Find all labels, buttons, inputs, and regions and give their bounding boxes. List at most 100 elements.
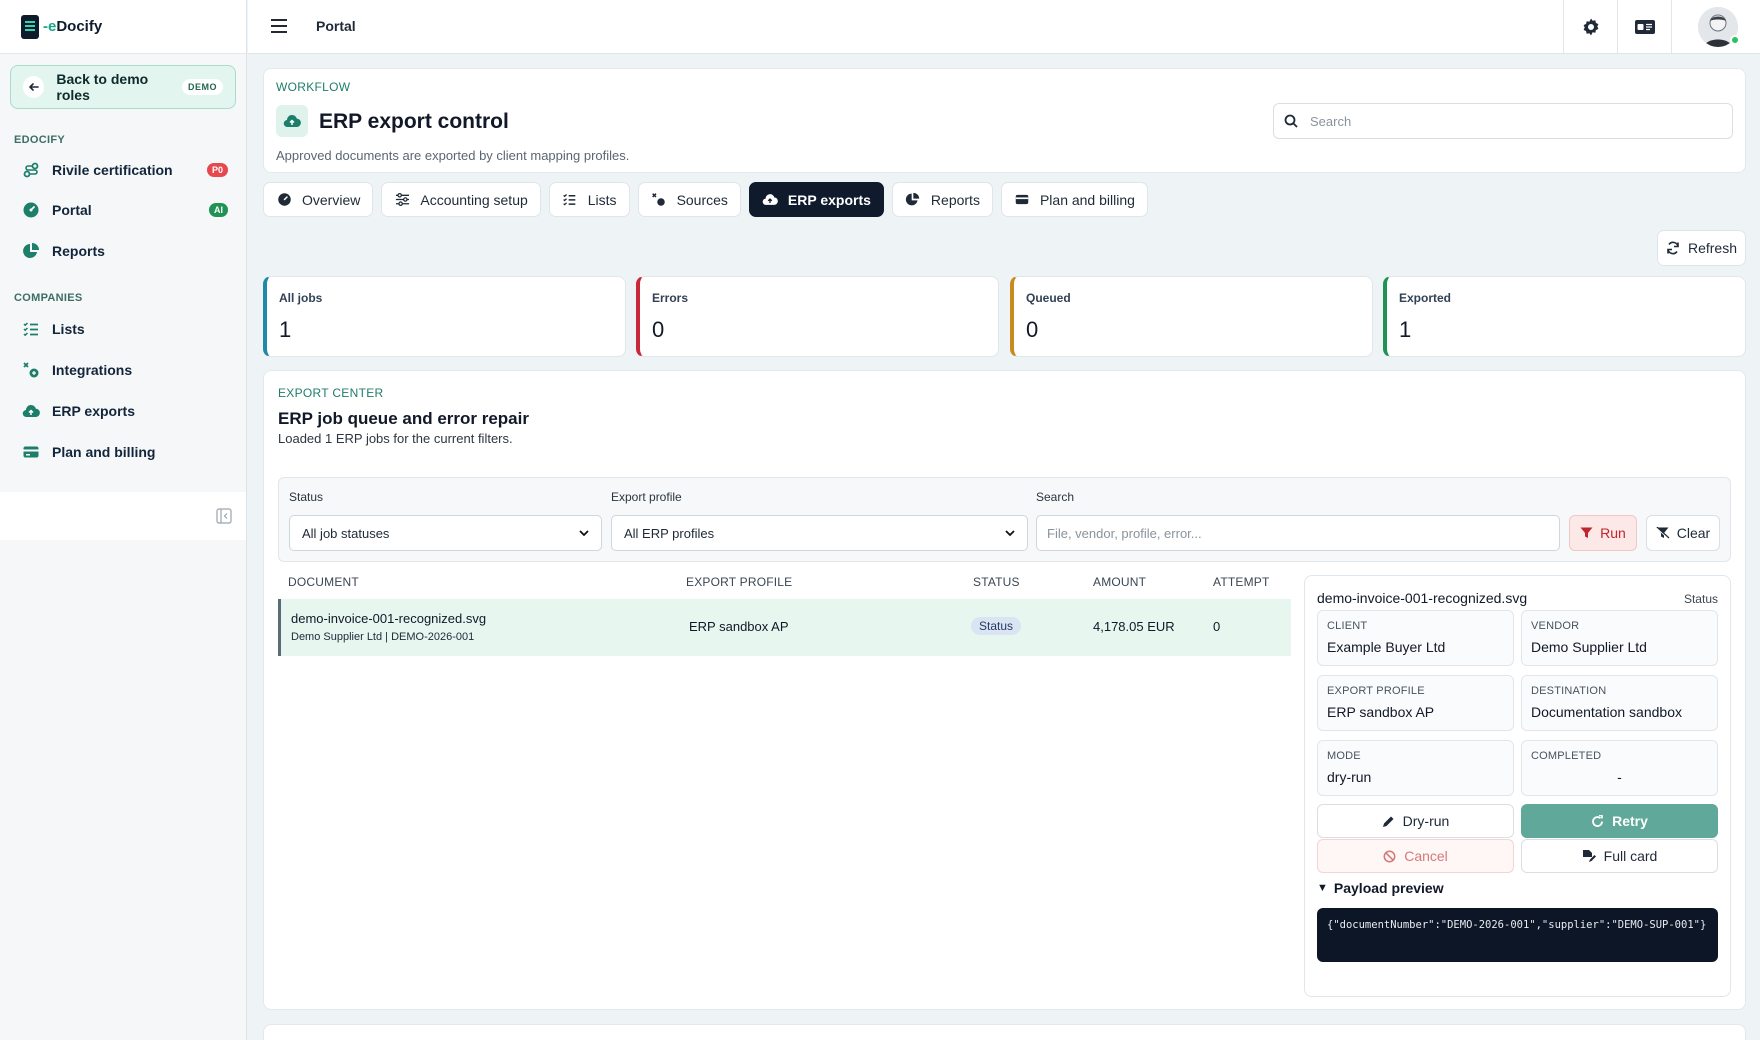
field-value: Example Buyer Ltd [1327,639,1446,655]
sidebar-group-companies: COMPANIES [14,292,83,304]
refresh-label: Refresh [1687,240,1738,256]
divider [1617,0,1618,54]
sidebar-item-label: Reports [52,243,105,259]
status-badge: Status [971,617,1022,635]
field-export-profile: EXPORT PROFILE ERP sandbox AP [1317,675,1514,731]
payload-preview-label: Payload preview [1333,880,1444,896]
sidebar-footer [0,492,246,540]
divider [1563,0,1564,54]
tab-label: Overview [302,191,361,208]
workflow-eyebrow: WORKFLOW [276,80,351,94]
column-header-export-profile: EXPORT PROFILE [686,575,793,589]
clear-filter-button[interactable]: Clear [1646,515,1720,551]
dry-run-button[interactable]: Dry-run [1317,804,1514,838]
filter-bar: Status All job statuses Export profile A… [278,477,1731,562]
hamburger-menu-icon[interactable] [270,18,288,34]
dry-run-label: Dry-run [1402,813,1450,829]
field-completed: COMPLETED - [1521,740,1718,796]
tab-reports[interactable]: Reports [891,182,993,217]
column-header-amount: AMOUNT [1093,575,1147,589]
arrow-left-icon [23,76,45,98]
search-input[interactable] [1310,113,1710,129]
stat-card-errors: Errors 0 [636,276,999,357]
id-card-icon[interactable] [1632,14,1658,40]
stat-label: All jobs [279,291,323,305]
gauge-icon [22,201,40,219]
stat-card-exported: Exported 1 [1383,276,1746,357]
table-row[interactable]: demo-invoice-001-recognized.svg Demo Sup… [278,599,1291,656]
profile-select-value: All ERP profiles [624,525,715,541]
pencil-icon [1382,815,1395,828]
tab-accounting-setup[interactable]: Accounting setup [381,182,541,217]
filter-search-field[interactable] [1036,515,1560,551]
field-value: Demo Supplier Ltd [1531,639,1647,655]
sidebar-item-reports[interactable]: Reports [22,236,232,266]
search-icon [1284,114,1298,128]
file-edit-icon [1582,849,1596,863]
tab-plan-and-billing[interactable]: Plan and billing [1000,182,1148,217]
brand[interactable]: -eDocify [0,0,246,54]
sidebar-item-erp-exports[interactable]: ERP exports [22,396,232,426]
run-filter-button[interactable]: Run [1569,515,1637,551]
caret-down-icon: ▼ [1317,882,1328,894]
export-profile-cell: ERP sandbox AP [689,619,789,634]
sidebar-item-integrations[interactable]: Integrations [22,355,232,385]
clear-label: Clear [1676,525,1711,541]
pie-chart-icon [905,192,921,208]
cancel-button[interactable]: Cancel [1317,839,1514,873]
back-to-demo-roles-button[interactable]: Back to demo roles DEMO [10,65,236,109]
refresh-icon [1666,241,1680,255]
status-select-value: All job statuses [302,525,390,541]
job-detail-panel: demo-invoice-001-recognized.svg Status C… [1304,575,1731,997]
chevron-down-icon [579,529,589,537]
credit-card-icon [22,443,40,461]
stat-card-queued: Queued 0 [1010,276,1373,357]
sidebar-item-rivile-certification[interactable]: Rivile certification P0 [22,155,232,185]
filter-icon [1580,527,1593,539]
detail-status: Status [1683,592,1718,606]
sources-icon [651,192,667,208]
cloud-upload-icon [22,402,40,420]
payload-preview-toggle[interactable]: ▼ Payload preview [1317,880,1444,896]
list-icon [22,320,40,338]
stat-card-all-jobs: All jobs 1 [263,276,626,357]
header-search[interactable] [1273,103,1733,139]
field-value: - [1617,769,1622,785]
brand-name: -eDocify [43,18,103,35]
ai-badge: AI [209,203,228,217]
gear-icon[interactable] [1578,14,1604,40]
collapse-sidebar-icon[interactable] [216,508,232,524]
sidebar-item-plan-and-billing[interactable]: Plan and billing [22,437,232,467]
sliders-icon [394,192,410,208]
field-label: COMPLETED [1531,750,1602,762]
retry-button[interactable]: Retry [1521,804,1718,838]
filter-search-input[interactable] [1047,525,1549,541]
amount-cell: 4,178.05 EUR [1093,619,1175,634]
tab-sources[interactable]: Sources [637,182,741,217]
sidebar-item-lists[interactable]: Lists [22,314,232,344]
logo-icon [21,14,39,39]
tab-label: Reports [930,191,980,208]
run-label: Run [1600,525,1626,541]
cloud-upload-icon [762,192,778,208]
tab-erp-exports[interactable]: ERP exports [748,182,884,217]
column-header-attempt: ATTEMPT [1213,575,1270,589]
full-card-button[interactable]: Full card [1521,839,1718,873]
gauge-icon [276,192,292,208]
sidebar-item-portal[interactable]: Portal AI [22,195,232,225]
column-header-document: DOCUMENT [288,575,359,589]
field-label: VENDOR [1531,620,1580,632]
page-heading: ERP export control [319,110,509,133]
refresh-button[interactable]: Refresh [1657,230,1746,266]
stat-value: 1 [1399,317,1412,342]
document-name: demo-invoice-001-recognized.svg [291,611,487,626]
tab-lists[interactable]: Lists [548,182,630,217]
online-status-dot [1730,35,1740,45]
export-profile-select[interactable]: All ERP profiles [611,515,1028,551]
page-description: Approved documents are exported by clien… [276,148,630,163]
stat-value: 0 [652,317,665,342]
tab-label: Sources [676,191,728,208]
priority-badge: P0 [206,163,228,177]
tab-overview[interactable]: Overview [263,182,374,217]
status-select[interactable]: All job statuses [289,515,602,551]
